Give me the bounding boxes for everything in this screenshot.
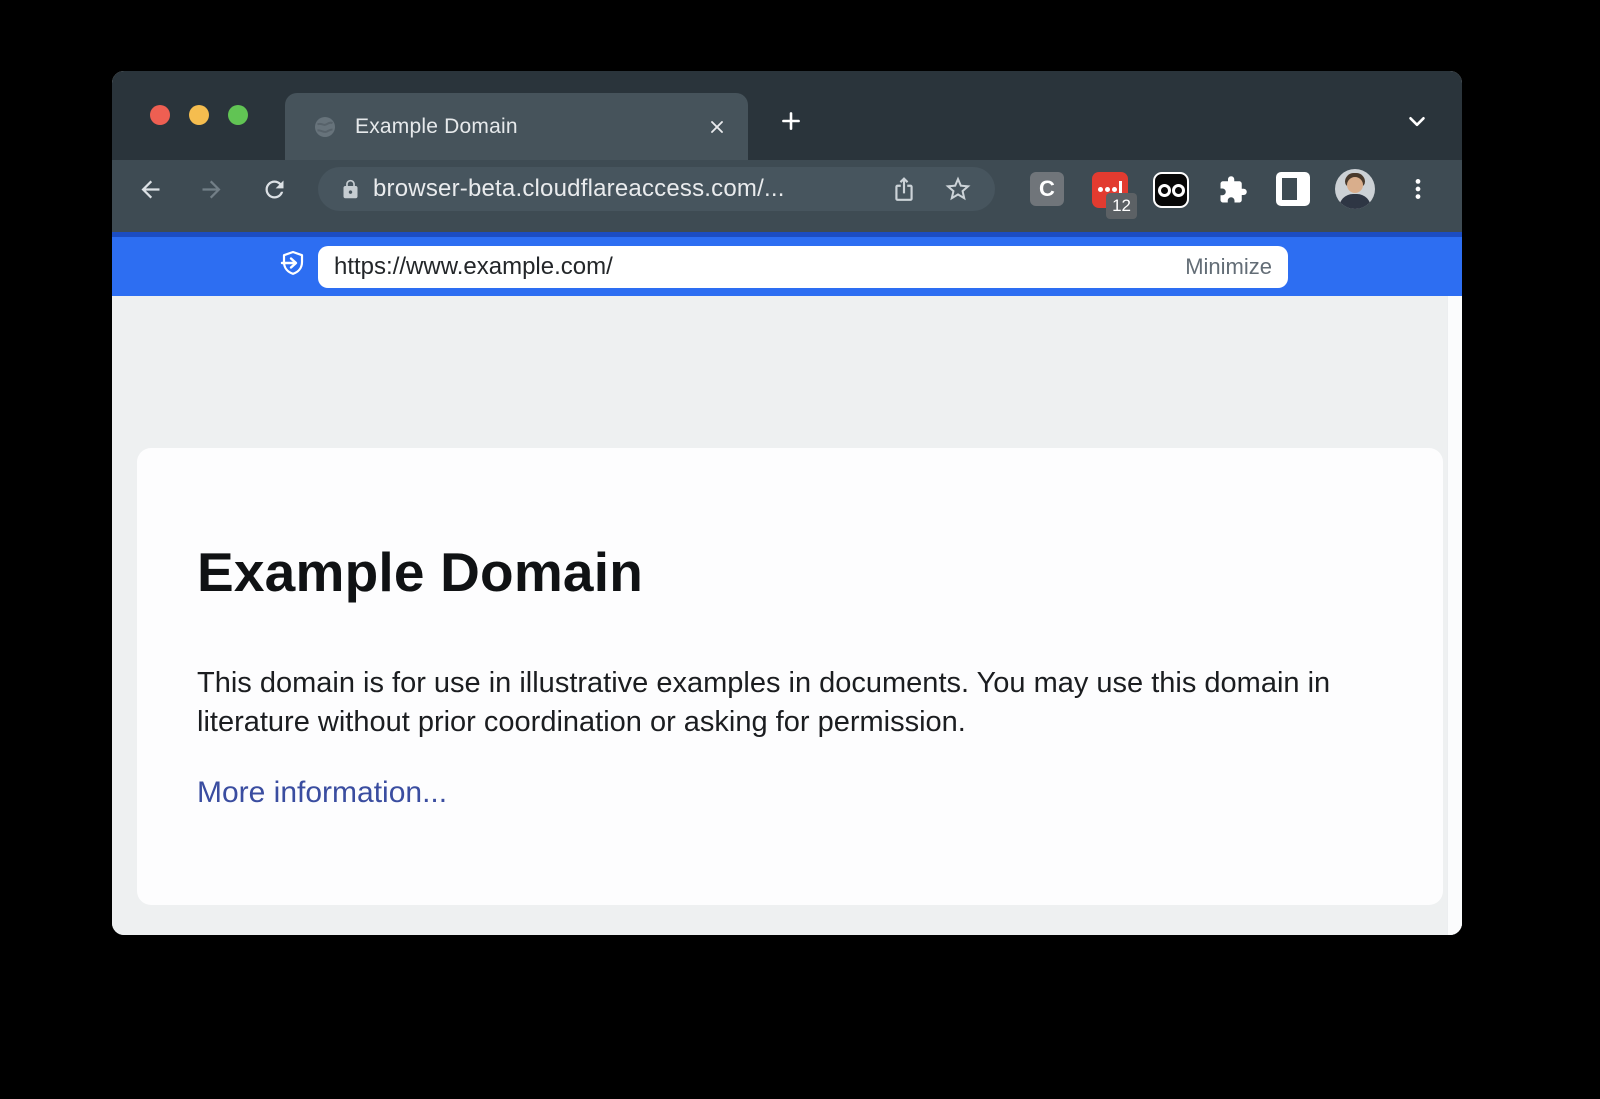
page-heading: Example Domain xyxy=(197,540,643,604)
avatar-body xyxy=(1339,194,1371,209)
reload-button[interactable] xyxy=(254,169,294,209)
page-paragraph: This domain is for use in illustrative e… xyxy=(197,664,1347,742)
browser-window: Example Domain browser-beta.cloudflareac xyxy=(112,71,1462,935)
share-icon[interactable] xyxy=(891,176,917,202)
globe-favicon-icon xyxy=(313,115,337,139)
macos-fullscreen-button[interactable] xyxy=(228,105,248,125)
omnibox-address-bar[interactable]: browser-beta.cloudflareaccess.com/... xyxy=(318,167,995,211)
back-button[interactable] xyxy=(130,169,170,209)
browser-menu-icon[interactable] xyxy=(1398,169,1438,209)
goggles-extension-icon[interactable] xyxy=(1153,172,1189,208)
password-dot xyxy=(1105,187,1110,192)
new-tab-button[interactable] xyxy=(771,101,811,141)
omnibox-url-text: browser-beta.cloudflareaccess.com/... xyxy=(373,175,865,203)
isolation-address-field-wrap: Minimize xyxy=(318,246,1288,288)
isolation-bar: Minimize xyxy=(112,232,1462,296)
side-panel-icon[interactable] xyxy=(1276,172,1310,206)
isolation-address-input[interactable] xyxy=(334,253,1185,281)
extension-c-icon[interactable]: C xyxy=(1030,172,1064,206)
ring-left xyxy=(1158,184,1171,197)
tab-example-domain[interactable]: Example Domain xyxy=(285,93,748,160)
password-manager-extension-icon[interactable]: 12 xyxy=(1092,172,1128,208)
password-dot xyxy=(1112,187,1117,192)
extensions-puzzle-icon[interactable] xyxy=(1213,170,1253,210)
more-information-link[interactable]: More information... xyxy=(197,776,447,810)
tab-strip: Example Domain xyxy=(112,71,1462,160)
macos-minimize-button[interactable] xyxy=(189,105,209,125)
side-panel-inner xyxy=(1282,178,1297,200)
macos-close-button[interactable] xyxy=(150,105,170,125)
isolation-shield-icon xyxy=(274,248,308,287)
lock-icon xyxy=(340,179,361,200)
page-viewport: Example Domain This domain is for use in… xyxy=(112,296,1462,935)
tab-close-icon[interactable] xyxy=(700,110,734,144)
ring-right xyxy=(1172,184,1185,197)
page-scrollbar[interactable] xyxy=(1447,296,1462,935)
profile-avatar[interactable] xyxy=(1335,169,1375,209)
extension-badge-count: 12 xyxy=(1106,193,1137,219)
tab-title: Example Domain xyxy=(355,115,700,139)
example-domain-card: Example Domain This domain is for use in… xyxy=(137,448,1443,905)
bookmark-star-icon[interactable] xyxy=(943,174,973,204)
browser-toolbar: browser-beta.cloudflareaccess.com/... C … xyxy=(112,160,1462,232)
chevron-down-icon[interactable] xyxy=(1397,101,1437,141)
avatar-face xyxy=(1347,177,1363,193)
minimize-button[interactable]: Minimize xyxy=(1185,254,1272,280)
password-dot xyxy=(1098,187,1103,192)
forward-button[interactable] xyxy=(191,169,231,209)
